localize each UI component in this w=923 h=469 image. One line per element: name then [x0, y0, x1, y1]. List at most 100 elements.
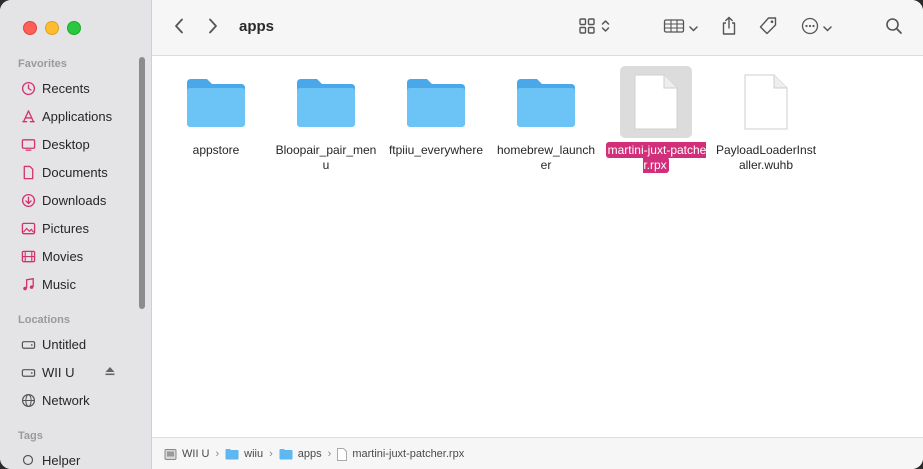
document-icon	[20, 164, 36, 180]
network-icon	[20, 392, 36, 408]
sidebar-scrollbar[interactable]	[139, 57, 145, 309]
sidebar-item-downloads[interactable]: Downloads	[20, 189, 144, 211]
sidebar-item-label: Pictures	[42, 220, 89, 236]
tag-circle-icon	[20, 452, 36, 468]
search-button[interactable]	[881, 14, 907, 42]
path-crumb-file[interactable]: martini-juxt-patcher.rpx	[337, 447, 465, 461]
sidebar-item-label: Recents	[42, 80, 90, 96]
more-icon	[801, 17, 819, 40]
crumb-label: apps	[297, 448, 322, 460]
sidebar-item-network[interactable]: Network	[20, 389, 144, 411]
folder-icon	[510, 66, 582, 138]
chevron-down-icon	[822, 19, 832, 37]
sidebar-item-label: WII U	[42, 364, 75, 380]
sidebar-item-pictures[interactable]: Pictures	[20, 217, 144, 239]
crumb-label: WII U	[182, 448, 210, 460]
document-icon	[337, 447, 348, 461]
folder-icon	[400, 66, 472, 138]
zoom-button[interactable]	[67, 21, 81, 35]
sidebar-item-documents[interactable]: Documents	[20, 161, 144, 183]
crumb-label: wiiu	[244, 448, 264, 460]
finder-window: Favorites Recents Applications Desktop D…	[0, 0, 923, 469]
drive-icon	[20, 336, 36, 352]
download-icon	[20, 192, 36, 208]
path-crumb-wiiu-drive[interactable]: WII U	[164, 448, 210, 461]
forward-button[interactable]	[202, 15, 224, 41]
path-crumb-apps[interactable]: apps	[279, 448, 322, 460]
share-icon	[721, 16, 737, 41]
file-name: PayloadLoaderInstaller.wuhb	[715, 143, 817, 172]
window-title: apps	[239, 18, 275, 35]
eject-icon[interactable]	[104, 365, 116, 380]
close-button[interactable]	[23, 21, 37, 35]
sidebar-item-label: Downloads	[42, 192, 107, 208]
music-icon	[20, 276, 36, 292]
chevron-right-icon: ›	[327, 448, 332, 460]
file-name: appstore	[192, 143, 240, 157]
folder-icon	[225, 448, 239, 460]
file-name: martini-juxt-patcher.rpx	[605, 142, 707, 173]
grid-icon	[578, 17, 596, 40]
sidebar-item-label: Documents	[42, 164, 108, 180]
pictures-icon	[20, 220, 36, 236]
path-bar: WII U › wiiu › apps › martini-juxt-patch…	[152, 437, 923, 469]
group-button[interactable]	[660, 14, 700, 42]
file-name: homebrew_launcher	[496, 143, 596, 172]
path-crumb-wiiu-folder[interactable]: wiiu	[225, 448, 263, 460]
tag-button[interactable]	[754, 14, 782, 42]
sidebar-item-desktop[interactable]: Desktop	[20, 133, 144, 155]
sidebar-item-label: Desktop	[42, 136, 90, 152]
document-icon	[620, 66, 692, 138]
sidebar-item-music[interactable]: Music	[20, 273, 144, 295]
minimize-button[interactable]	[45, 21, 59, 35]
drive-icon	[164, 448, 177, 461]
drive-icon	[20, 364, 36, 380]
sidebar-item-wiiu[interactable]: WII U	[20, 361, 144, 383]
sidebar-item-label: Music	[42, 276, 76, 292]
file-item-ftpiiu[interactable]: ftpiiu_everywhere	[385, 66, 487, 158]
chevron-right-icon: ›	[215, 448, 220, 460]
document-icon	[730, 66, 802, 138]
group-grid-icon	[663, 18, 685, 39]
search-icon	[885, 17, 903, 40]
folder-icon	[180, 66, 252, 138]
file-grid[interactable]: appstore Bloopair_pair_menu ftpiiu_every…	[152, 56, 923, 437]
file-item-bloopair[interactable]: Bloopair_pair_menu	[275, 66, 377, 173]
share-button[interactable]	[716, 14, 742, 42]
file-item-payloadloader[interactable]: PayloadLoaderInstaller.wuhb	[715, 66, 817, 173]
favorites-header: Favorites	[18, 58, 67, 70]
chevron-down-icon	[688, 19, 698, 37]
movies-icon	[20, 248, 36, 264]
crumb-label: martini-juxt-patcher.rpx	[352, 448, 465, 460]
view-mode-button[interactable]	[572, 14, 616, 42]
chevron-right-icon	[208, 18, 218, 39]
tags-header: Tags	[18, 430, 43, 442]
sidebar-item-label: Network	[42, 392, 90, 408]
file-name: Bloopair_pair_menu	[275, 143, 377, 172]
tag-icon	[758, 16, 778, 41]
sidebar-item-label: Untitled	[42, 336, 87, 352]
sidebar-item-movies[interactable]: Movies	[20, 245, 144, 267]
sidebar-item-label: Movies	[42, 248, 84, 264]
updown-chevron-icon	[601, 19, 610, 38]
sidebar-item-tag-helper[interactable]: Helper	[20, 449, 144, 469]
desktop-icon	[20, 136, 36, 152]
folder-icon	[290, 66, 362, 138]
action-button[interactable]	[796, 14, 836, 42]
chevron-right-icon: ›	[269, 448, 273, 460]
back-button[interactable]	[168, 15, 190, 41]
window-controls	[23, 21, 81, 35]
locations-header: Locations	[18, 314, 70, 326]
file-item-martini[interactable]: martini-juxt-patcher.rpx	[605, 66, 707, 173]
clock-icon	[20, 80, 36, 96]
sidebar-item-label: Applications	[42, 108, 113, 124]
folder-icon	[279, 448, 293, 460]
toolbar: apps	[152, 0, 923, 56]
sidebar-item-applications[interactable]: Applications	[20, 105, 144, 127]
sidebar-item-label: Helper	[42, 452, 81, 468]
sidebar: Favorites Recents Applications Desktop D…	[0, 0, 152, 469]
file-item-appstore[interactable]: appstore	[165, 66, 267, 158]
sidebar-item-untitled[interactable]: Untitled	[20, 333, 144, 355]
file-item-homebrew[interactable]: homebrew_launcher	[495, 66, 597, 173]
sidebar-item-recents[interactable]: Recents	[20, 77, 144, 99]
